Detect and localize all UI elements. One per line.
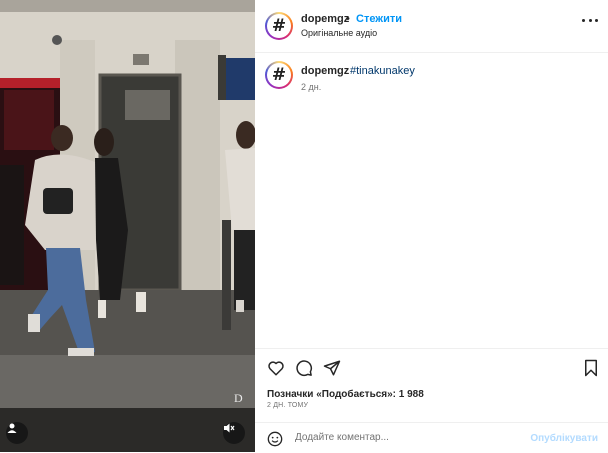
more-horizontal-icon: [582, 18, 585, 22]
instagram-post-viewer: D # dopemgz • Стежити Оригінальне аудіо: [0, 0, 608, 452]
send-icon[interactable]: [323, 359, 341, 377]
post-date: 2 ДН. ТОМУ: [267, 402, 309, 409]
video-frame: [0, 0, 255, 452]
post-actions: Позначки «Подобається»: 1 988 2 ДН. ТОМУ: [255, 348, 608, 409]
publish-button[interactable]: Опублікувати: [530, 433, 598, 444]
mute-toggle-button[interactable]: [223, 422, 245, 444]
comment-input[interactable]: [295, 432, 525, 443]
bookmark-icon[interactable]: [583, 359, 599, 377]
follow-button[interactable]: Стежити: [356, 13, 402, 25]
post-header: # dopemgz • Стежити Оригінальне аудіо: [255, 0, 608, 53]
avatar[interactable]: #: [265, 12, 293, 40]
header-username[interactable]: dopemgz: [301, 13, 349, 25]
speaker-muted-icon: [224, 423, 235, 433]
avatar-glyph: #: [267, 14, 291, 38]
caption-hashtag[interactable]: #tinakunakey: [350, 65, 415, 77]
header-separator: •: [346, 13, 350, 25]
video-watermark: D: [234, 391, 243, 405]
heart-icon[interactable]: [267, 359, 285, 377]
post-details-pane: # dopemgz • Стежити Оригінальне аудіо # …: [255, 0, 608, 452]
post-video[interactable]: D: [0, 0, 255, 452]
comment-icon[interactable]: [295, 359, 313, 377]
emoji-icon[interactable]: [267, 431, 283, 447]
original-audio-link[interactable]: Оригінальне аудіо: [301, 28, 377, 38]
comment-bar: Опублікувати: [255, 422, 608, 453]
user-icon: [7, 423, 17, 433]
caption-avatar[interactable]: #: [265, 61, 293, 89]
more-options-button[interactable]: [582, 17, 598, 23]
caption-username[interactable]: dopemgz: [301, 65, 349, 77]
likes-count[interactable]: Позначки «Подобається»: 1 988: [267, 389, 424, 400]
caption-time: 2 дн.: [301, 82, 322, 92]
tagged-users-button[interactable]: [6, 422, 28, 444]
avatar-glyph: #: [267, 63, 291, 87]
